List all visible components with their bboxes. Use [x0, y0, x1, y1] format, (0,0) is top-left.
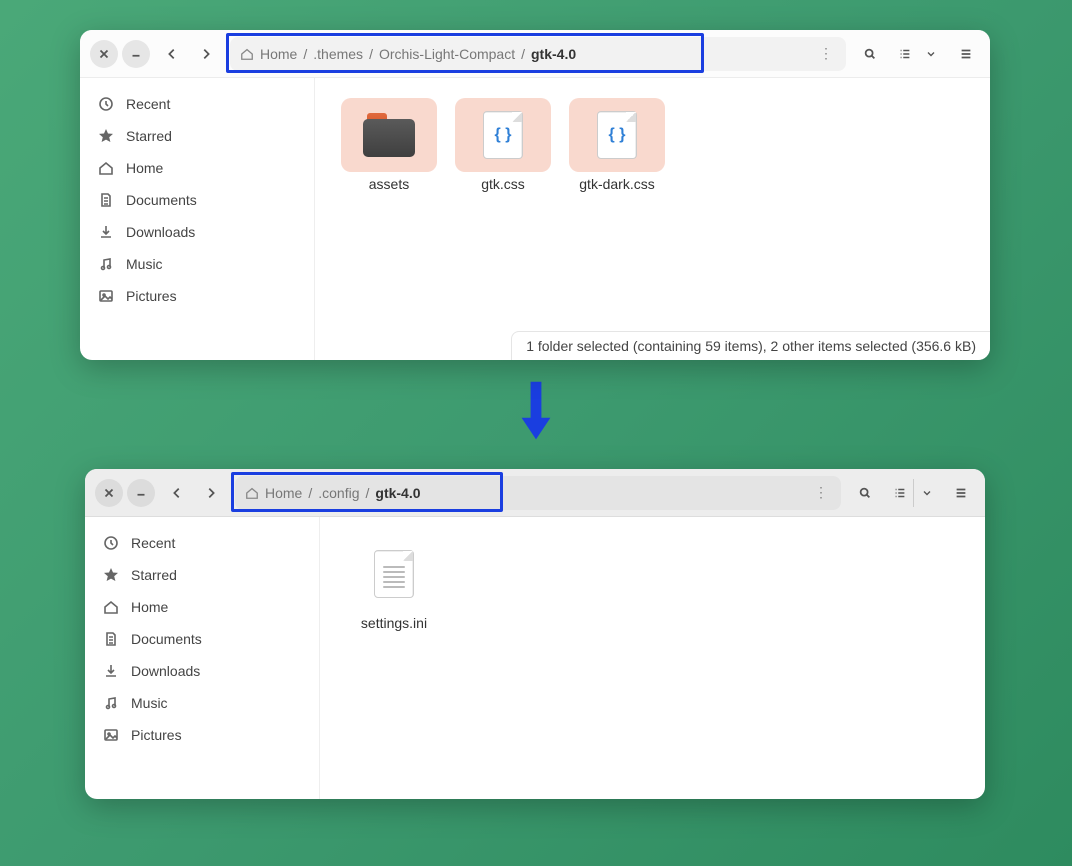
content-area[interactable]: settings.ini — [320, 517, 985, 799]
chevron-down-icon[interactable] — [913, 479, 939, 507]
text-file-icon — [374, 550, 414, 598]
file-label: gtk.css — [455, 176, 551, 194]
css-file-icon: { } — [483, 111, 523, 159]
clock-icon — [103, 535, 119, 551]
sidebar-item-downloads[interactable]: Downloads — [80, 216, 314, 248]
music-icon — [98, 256, 114, 272]
file-item-folder[interactable]: assets — [341, 98, 437, 194]
view-switcher[interactable] — [887, 479, 939, 507]
status-bar: 1 folder selected (containing 59 items),… — [511, 331, 990, 360]
minimize-button[interactable] — [122, 40, 150, 68]
list-view-icon[interactable] — [892, 40, 918, 68]
hamburger-menu-button[interactable] — [952, 40, 980, 68]
headerbar: Home / .config / gtk-4.0 ⋮ — [85, 469, 985, 517]
sidebar-item-music[interactable]: Music — [85, 687, 319, 719]
breadcrumb-label: Home — [260, 46, 297, 62]
path-bar[interactable]: Home / .config / gtk-4.0 ⋮ — [235, 476, 841, 510]
back-button[interactable] — [163, 479, 191, 507]
forward-button[interactable] — [192, 40, 220, 68]
sidebar-item-pictures[interactable]: Pictures — [85, 719, 319, 751]
breadcrumb-current[interactable]: gtk-4.0 — [531, 46, 576, 62]
path-bar[interactable]: Home / .themes / Orchis-Light-Compact / … — [230, 37, 846, 71]
file-item-ini[interactable]: settings.ini — [346, 537, 442, 633]
headerbar: Home / .themes / Orchis-Light-Compact / … — [80, 30, 990, 78]
file-manager-window-2: Home / .config / gtk-4.0 ⋮ Recent Starre… — [85, 469, 985, 799]
hamburger-menu-button[interactable] — [947, 479, 975, 507]
picture-icon — [98, 288, 114, 304]
file-manager-window-1: Home / .themes / Orchis-Light-Compact / … — [80, 30, 990, 360]
sidebar: Recent Starred Home Documents Downloads … — [85, 517, 320, 799]
sidebar-item-downloads[interactable]: Downloads — [85, 655, 319, 687]
search-button[interactable] — [851, 479, 879, 507]
breadcrumb-home[interactable]: Home — [240, 46, 297, 62]
chevron-down-icon[interactable] — [918, 40, 944, 68]
doc-icon — [103, 631, 119, 647]
download-icon — [98, 224, 114, 240]
search-button[interactable] — [856, 40, 884, 68]
file-label: gtk-dark.css — [569, 176, 665, 194]
file-item-css[interactable]: { } gtk.css — [455, 98, 551, 194]
forward-button[interactable] — [197, 479, 225, 507]
list-view-icon[interactable] — [887, 479, 913, 507]
home-icon — [98, 160, 114, 176]
folder-icon — [363, 113, 415, 157]
sidebar-item-recent[interactable]: Recent — [80, 88, 314, 120]
view-switcher[interactable] — [892, 40, 944, 68]
breadcrumb-home[interactable]: Home — [245, 485, 302, 501]
sidebar-item-home[interactable]: Home — [85, 591, 319, 623]
arrow-annotation — [518, 380, 554, 443]
music-icon — [103, 695, 119, 711]
doc-icon — [98, 192, 114, 208]
minimize-button[interactable] — [127, 479, 155, 507]
sidebar-item-starred[interactable]: Starred — [80, 120, 314, 152]
star-icon — [98, 128, 114, 144]
file-item-css[interactable]: { } gtk-dark.css — [569, 98, 665, 194]
breadcrumb-seg[interactable]: .config — [318, 485, 359, 501]
path-menu-button[interactable]: ⋮ — [816, 45, 836, 62]
content-area[interactable]: assets { } gtk.css { } gtk-dark.css 1 fo… — [315, 78, 990, 360]
star-icon — [103, 567, 119, 583]
picture-icon — [103, 727, 119, 743]
sidebar-item-recent[interactable]: Recent — [85, 527, 319, 559]
path-menu-button[interactable]: ⋮ — [811, 484, 831, 501]
close-button[interactable] — [95, 479, 123, 507]
breadcrumb-label: Home — [265, 485, 302, 501]
breadcrumb-current[interactable]: gtk-4.0 — [375, 485, 420, 501]
css-file-icon: { } — [597, 111, 637, 159]
breadcrumb-seg[interactable]: Orchis-Light-Compact — [379, 46, 515, 62]
download-icon — [103, 663, 119, 679]
sidebar-item-pictures[interactable]: Pictures — [80, 280, 314, 312]
sidebar-item-documents[interactable]: Documents — [80, 184, 314, 216]
breadcrumb-seg[interactable]: .themes — [313, 46, 363, 62]
sidebar-item-documents[interactable]: Documents — [85, 623, 319, 655]
sidebar-item-starred[interactable]: Starred — [85, 559, 319, 591]
home-icon — [103, 599, 119, 615]
sidebar-item-music[interactable]: Music — [80, 248, 314, 280]
back-button[interactable] — [158, 40, 186, 68]
file-label: assets — [341, 176, 437, 194]
close-button[interactable] — [90, 40, 118, 68]
sidebar: Recent Starred Home Documents Downloads … — [80, 78, 315, 360]
clock-icon — [98, 96, 114, 112]
sidebar-item-home[interactable]: Home — [80, 152, 314, 184]
file-label: settings.ini — [346, 615, 442, 633]
